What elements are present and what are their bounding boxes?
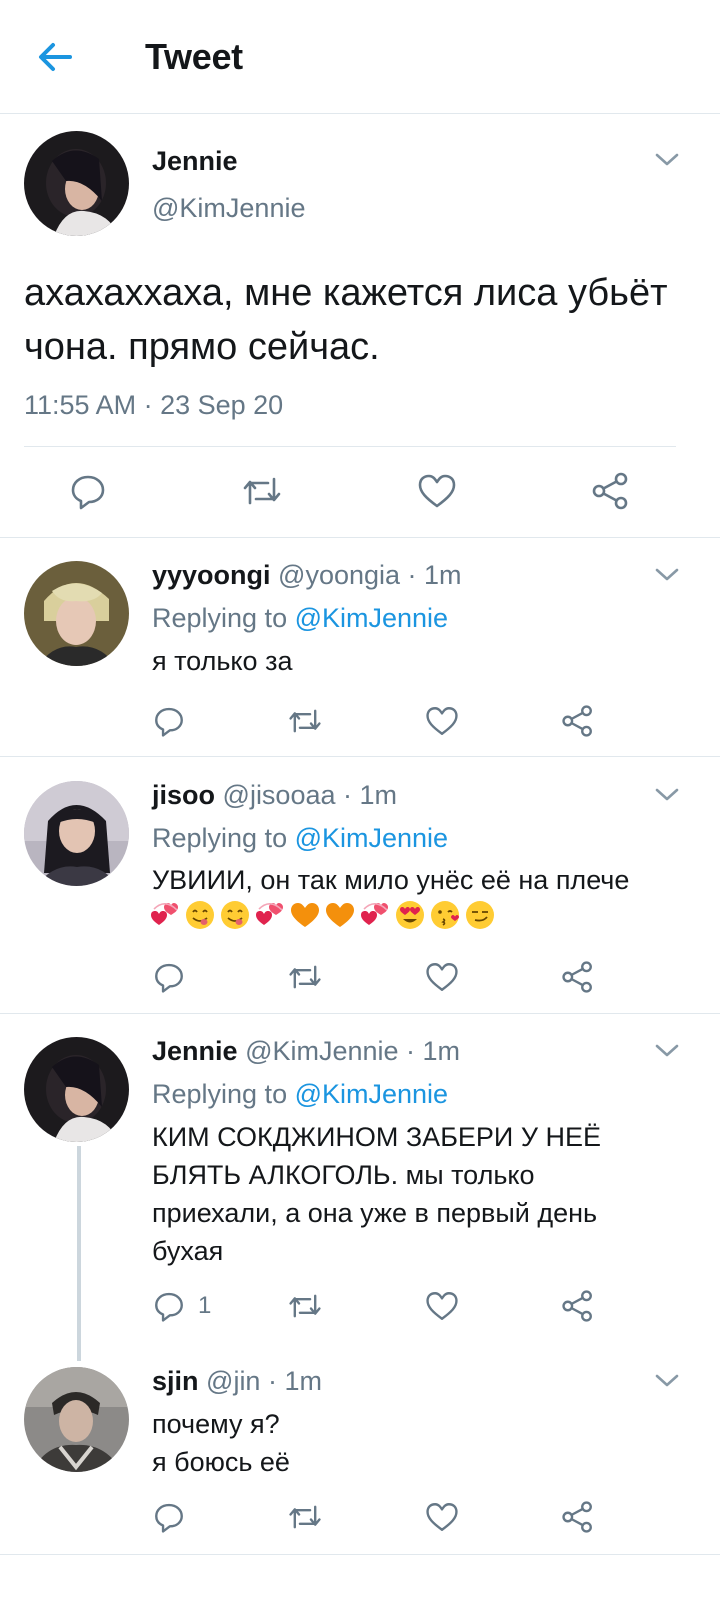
share-icon[interactable] (561, 704, 595, 738)
author-meta[interactable]: @jisooaa · 1m (223, 780, 397, 810)
like-icon[interactable] (424, 704, 460, 738)
author-handle[interactable]: @KimJennie (152, 193, 305, 224)
reply-header: Jennie @KimJennie · 1m (152, 1036, 460, 1067)
reply-action[interactable]: 1 (152, 1289, 222, 1323)
like-icon[interactable] (424, 1289, 460, 1323)
avatar[interactable] (24, 1037, 129, 1142)
revolving-hearts-icon (151, 902, 178, 925)
replying-to: Replying to @KimJennie (152, 823, 448, 854)
avatar[interactable] (24, 131, 129, 236)
retweet-icon[interactable] (286, 1289, 324, 1323)
chevron-down-icon[interactable] (654, 787, 680, 803)
tweet-timestamp: 11:55 AM · 23 Sep 20 (24, 390, 284, 420)
avatar-image (24, 1037, 129, 1142)
retweet-icon[interactable] (286, 1500, 324, 1534)
share-icon[interactable] (561, 960, 595, 994)
divider (0, 1554, 720, 1555)
emoji-row (150, 900, 500, 934)
author-meta[interactable]: @KimJennie · 1m (245, 1036, 460, 1066)
orange-heart-icon (326, 903, 354, 927)
reply-text: КИМ СОКДЖИНОМ ЗАБЕРИ У НЕЁ БЛЯТЬ АЛКОГОЛ… (152, 1122, 602, 1266)
replying-prefix: Replying to (152, 823, 295, 853)
arrow-left-icon (39, 43, 72, 71)
author-meta[interactable]: @jin · 1m (206, 1366, 322, 1396)
share-icon[interactable] (561, 1500, 595, 1534)
avatar-image (24, 1367, 129, 1472)
chevron-down-icon[interactable] (654, 1043, 680, 1059)
share-icon[interactable] (591, 471, 631, 511)
yum-face-icon (221, 901, 249, 929)
back-button[interactable] (34, 36, 76, 78)
avatar-image (24, 561, 129, 666)
smirk-face-icon (466, 901, 494, 929)
like-icon[interactable] (416, 471, 458, 511)
chevron-down-icon[interactable] (654, 1373, 680, 1389)
chevron-down-icon[interactable] (654, 567, 680, 583)
divider (0, 537, 720, 538)
reply-icon[interactable] (152, 704, 186, 738)
retweet-icon[interactable] (240, 471, 284, 511)
heart-eyes-face-icon (396, 901, 424, 929)
reply-header: jisoo @jisooaa · 1m (152, 780, 397, 811)
replying-to: Replying to @KimJennie (152, 603, 448, 634)
replying-handle-link[interactable]: @KimJennie (295, 1079, 448, 1109)
chevron-down-icon[interactable] (654, 152, 680, 168)
share-icon[interactable] (561, 1289, 595, 1323)
reply-icon (155, 1292, 183, 1322)
tweet-text: ахахаххаха, мне кажется лиса убьёт чона.… (24, 272, 668, 368)
retweet-icon[interactable] (286, 704, 324, 738)
avatar[interactable] (24, 1367, 129, 1472)
reply-text: я только за (152, 646, 293, 676)
author-name[interactable]: Jennie (152, 146, 238, 177)
avatar[interactable] (24, 781, 129, 886)
replying-prefix: Replying to (152, 1079, 295, 1109)
like-icon[interactable] (424, 1500, 460, 1534)
reply-icon[interactable] (152, 1500, 186, 1534)
divider (0, 1013, 720, 1014)
replying-prefix: Replying to (152, 603, 295, 633)
yum-face-icon (186, 901, 214, 929)
avatar-image (24, 781, 129, 886)
revolving-hearts-icon (361, 902, 388, 925)
divider (24, 446, 676, 447)
top-bar: Tweet (0, 0, 720, 114)
reply-icon[interactable] (152, 960, 186, 994)
divider (0, 756, 720, 757)
reply-header: yyyoongi @yoongia · 1m (152, 560, 462, 591)
author-meta[interactable]: @yoongia · 1m (278, 560, 462, 590)
page-title: Tweet (145, 36, 243, 77)
reply-icon[interactable] (68, 471, 108, 511)
replying-handle-link[interactable]: @KimJennie (295, 603, 448, 633)
thread-connector (77, 1146, 81, 1361)
reply-count: 1 (198, 1292, 212, 1319)
replying-to: Replying to @KimJennie (152, 1079, 448, 1110)
revolving-hearts-icon (256, 902, 283, 925)
avatar-image (24, 131, 129, 236)
reply-text: УВИИИ, он так мило унёс её на плече (152, 865, 630, 895)
avatar[interactable] (24, 561, 129, 666)
retweet-icon[interactable] (286, 960, 324, 994)
like-icon[interactable] (424, 960, 460, 994)
replying-handle-link[interactable]: @KimJennie (295, 823, 448, 853)
author-name[interactable]: jisoo (152, 780, 215, 810)
author-name[interactable]: Jennie (152, 1036, 238, 1066)
kissing-face-icon (431, 901, 459, 929)
reply-text: почему я? я боюсь её (152, 1409, 290, 1477)
author-name[interactable]: yyyoongi (152, 560, 271, 590)
author-name[interactable]: sjin (152, 1366, 199, 1396)
reply-header: sjin @jin · 1m (152, 1366, 322, 1397)
orange-heart-icon (291, 903, 319, 927)
